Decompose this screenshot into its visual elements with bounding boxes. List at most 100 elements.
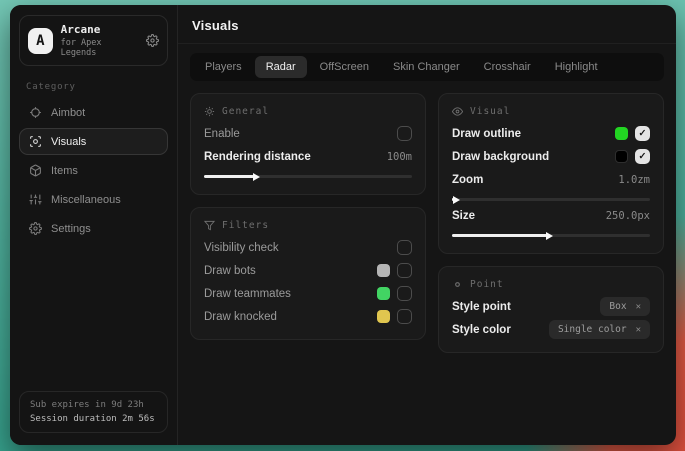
style-point-label: Style point (452, 301, 511, 313)
app-header-card: A Arcane for Apex Legends (19, 15, 168, 66)
draw-background-color-swatch[interactable] (615, 150, 628, 163)
tab-crosshair[interactable]: Crosshair (473, 56, 542, 78)
sidebar-item-label: Visuals (51, 136, 86, 148)
sidebar-item-visuals[interactable]: Visuals (19, 128, 168, 155)
draw-bots-controls (377, 263, 412, 278)
size-label: Size (452, 210, 475, 222)
size-row: Size 250.0px (452, 205, 650, 226)
page-title: Visuals (192, 18, 662, 33)
draw-bots-checkbox[interactable] (397, 263, 412, 278)
filters-card: Filters Visibility check Draw bots (190, 207, 426, 340)
session-duration-text: Session duration 2m 56s (30, 414, 157, 424)
sidebar-item-settings[interactable]: Settings (19, 215, 168, 242)
draw-outline-color-swatch[interactable] (615, 127, 628, 140)
package-icon (29, 164, 42, 177)
chip-value: Box (609, 301, 626, 312)
draw-knocked-label: Draw knocked (204, 311, 277, 323)
draw-knocked-color-swatch[interactable] (377, 310, 390, 323)
draw-bots-row: Draw bots (204, 260, 412, 281)
style-color-chip[interactable]: Single color (549, 320, 650, 339)
main-panel: Visuals Players Radar OffScreen Skin Cha… (178, 5, 676, 445)
sidebar-item-miscellaneous[interactable]: Miscellaneous (19, 186, 168, 213)
slider-fill (452, 234, 547, 237)
tab-radar[interactable]: Radar (255, 56, 307, 78)
draw-bots-label: Draw bots (204, 265, 256, 277)
rendering-distance-row: Rendering distance 100m (204, 146, 412, 167)
category-label: Category (26, 82, 161, 92)
slider-thumb-icon[interactable] (453, 196, 460, 204)
sub-expiry-text: Sub expires in 9d 23h (30, 400, 157, 410)
dot-icon (452, 279, 463, 290)
slider-thumb-icon[interactable] (546, 232, 553, 240)
style-point-chip[interactable]: Box (600, 297, 650, 316)
app-logo: A (28, 28, 53, 54)
sidebar-item-aimbot[interactable]: Aimbot (19, 99, 168, 126)
gear-icon (29, 222, 42, 235)
remove-icon[interactable] (636, 302, 641, 312)
draw-teammates-color-swatch[interactable] (377, 287, 390, 300)
draw-background-checkbox[interactable] (635, 149, 650, 164)
section-title: Visual (470, 106, 510, 117)
draw-teammates-checkbox[interactable] (397, 286, 412, 301)
zoom-label: Zoom (452, 174, 483, 186)
slider-fill (204, 175, 254, 178)
rendering-distance-value: 100m (387, 151, 412, 163)
style-color-label: Style color (452, 324, 511, 336)
eye-icon (452, 106, 463, 117)
style-point-row: Style point Box (452, 296, 650, 317)
tab-skin-changer[interactable]: Skin Changer (382, 56, 471, 78)
right-column: Visual Draw outline Draw background (438, 93, 664, 353)
sidebar-item-label: Settings (51, 223, 91, 235)
enable-label: Enable (204, 128, 240, 140)
tab-bar: Players Radar OffScreen Skin Changer Cro… (190, 53, 664, 81)
visibility-check-checkbox[interactable] (397, 240, 412, 255)
draw-outline-checkbox[interactable] (635, 126, 650, 141)
left-column: General Enable Rendering distance 100m (190, 93, 426, 340)
tab-highlight[interactable]: Highlight (544, 56, 609, 78)
draw-outline-controls (615, 126, 650, 141)
visibility-check-label: Visibility check (204, 242, 279, 254)
draw-knocked-row: Draw knocked (204, 306, 412, 327)
zoom-value: 1.0zm (618, 174, 650, 186)
content-area: General Enable Rendering distance 100m (178, 81, 676, 365)
app-subtitle: for Apex Legends (61, 38, 138, 58)
tab-players[interactable]: Players (194, 56, 253, 78)
zoom-row: Zoom 1.0zm (452, 169, 650, 190)
size-value: 250.0px (606, 210, 650, 222)
settings-gear-icon[interactable] (146, 34, 159, 47)
zoom-slider[interactable] (452, 198, 650, 201)
draw-background-controls (615, 149, 650, 164)
section-title: Point (470, 279, 504, 290)
draw-knocked-controls (377, 309, 412, 324)
main-header: Visuals (178, 5, 676, 44)
draw-background-label: Draw background (452, 151, 549, 163)
sidebar-item-label: Aimbot (51, 107, 85, 119)
visual-section-header: Visual (452, 106, 650, 117)
rendering-distance-label: Rendering distance (204, 151, 311, 163)
slider-fill (452, 198, 454, 201)
draw-bots-color-swatch[interactable] (377, 264, 390, 277)
enable-checkbox[interactable] (397, 126, 412, 141)
app-window: A Arcane for Apex Legends Category (10, 5, 676, 445)
point-section-header: Point (452, 279, 650, 290)
draw-knocked-checkbox[interactable] (397, 309, 412, 324)
section-title: Filters (222, 220, 269, 231)
slider-thumb-icon[interactable] (253, 173, 260, 181)
tab-offscreen[interactable]: OffScreen (309, 56, 380, 78)
sidebar: A Arcane for Apex Legends Category (10, 5, 178, 445)
app-meta: Arcane for Apex Legends (61, 23, 138, 58)
draw-background-row: Draw background (452, 146, 650, 167)
style-color-row: Style color Single color (452, 319, 650, 340)
filters-section-header: Filters (204, 220, 412, 231)
general-section-header: General (204, 106, 412, 117)
visual-card: Visual Draw outline Draw background (438, 93, 664, 254)
point-card: Point Style point Box Style color Single… (438, 266, 664, 353)
sidebar-nav: Aimbot Visuals Items (19, 99, 168, 242)
app-title: Arcane (61, 23, 138, 36)
size-slider[interactable] (452, 234, 650, 237)
sidebar-item-items[interactable]: Items (19, 157, 168, 184)
sidebar-item-label: Items (51, 165, 78, 177)
draw-outline-row: Draw outline (452, 123, 650, 144)
remove-icon[interactable] (636, 325, 641, 335)
rendering-distance-slider[interactable] (204, 175, 412, 178)
